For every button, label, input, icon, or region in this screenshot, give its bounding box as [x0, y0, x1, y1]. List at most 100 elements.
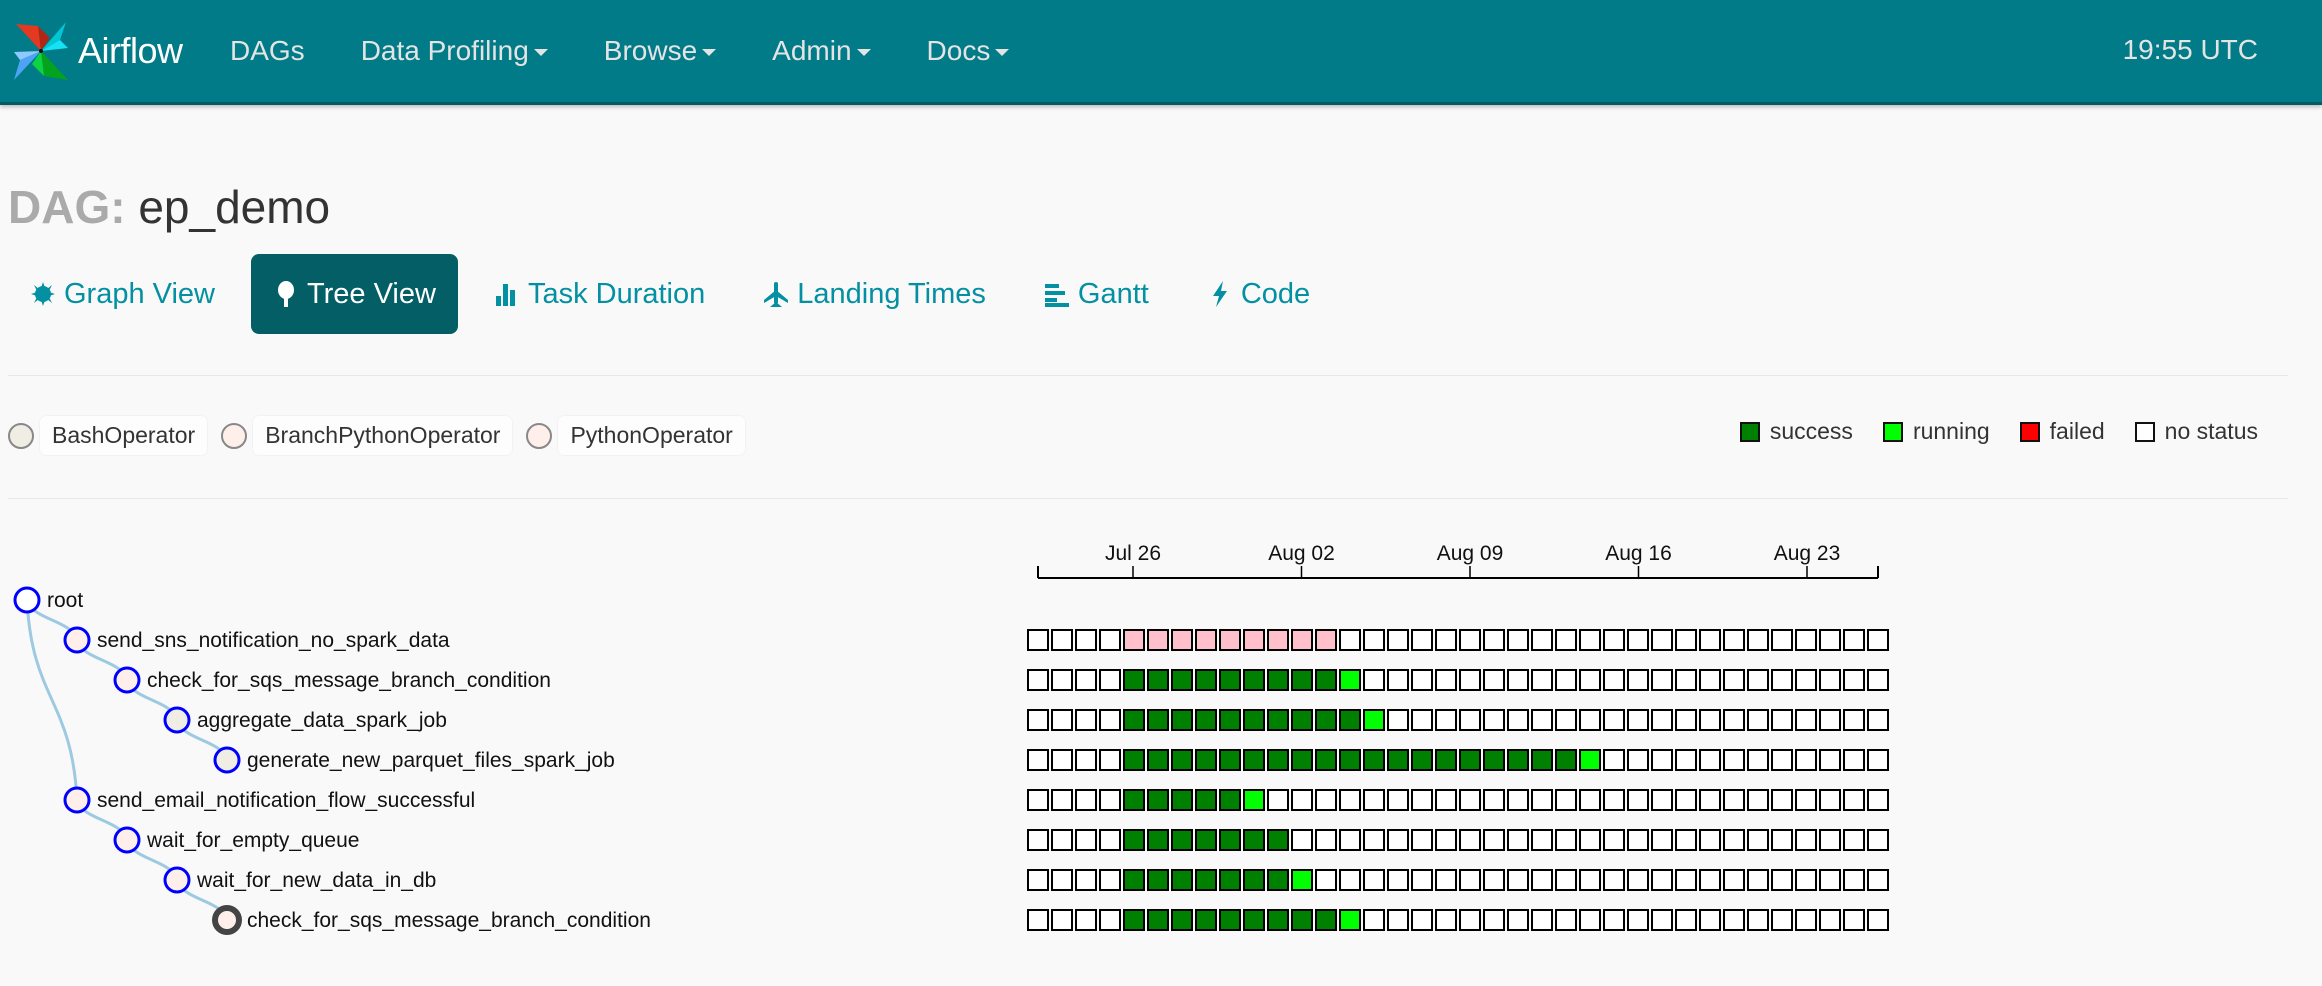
task-instance-square-none[interactable]	[1723, 629, 1745, 651]
task-instance-square-skipped[interactable]	[1195, 629, 1217, 651]
task-name-label[interactable]: wait_for_empty_queue	[146, 829, 359, 852]
task-instance-square-none[interactable]	[1675, 909, 1697, 931]
task-instance-square-success[interactable]	[1123, 869, 1145, 891]
task-instance-square-none[interactable]	[1627, 909, 1649, 931]
task-instance-square-none[interactable]	[1435, 829, 1457, 851]
task-instance-square-none[interactable]	[1699, 869, 1721, 891]
task-instance-square-none[interactable]	[1291, 789, 1313, 811]
task-instance-square-none[interactable]	[1531, 829, 1553, 851]
task-instance-square-none[interactable]	[1699, 909, 1721, 931]
task-instance-square-none[interactable]	[1411, 709, 1433, 731]
task-instance-square-none[interactable]	[1411, 869, 1433, 891]
task-instance-square-success[interactable]	[1219, 749, 1241, 771]
task-instance-square-none[interactable]	[1339, 829, 1361, 851]
task-instance-square-none[interactable]	[1411, 629, 1433, 651]
task-instance-square-none[interactable]	[1579, 709, 1601, 731]
task-instance-square-none[interactable]	[1435, 709, 1457, 731]
task-instance-square-none[interactable]	[1435, 789, 1457, 811]
task-instance-square-none[interactable]	[1651, 669, 1673, 691]
task-instance-square-success[interactable]	[1243, 709, 1265, 731]
task-node-circle[interactable]	[212, 905, 242, 935]
task-instance-square-success[interactable]	[1291, 749, 1313, 771]
task-instance-square-none[interactable]	[1027, 669, 1049, 691]
task-instance-square-none[interactable]	[1387, 829, 1409, 851]
task-instance-square-none[interactable]	[1483, 789, 1505, 811]
task-instance-square-none[interactable]	[1075, 629, 1097, 651]
task-instance-square-none[interactable]	[1579, 629, 1601, 651]
task-instance-square-none[interactable]	[1627, 749, 1649, 771]
task-instance-square-none[interactable]	[1387, 669, 1409, 691]
task-instance-square-none[interactable]	[1771, 789, 1793, 811]
task-node-circle[interactable]	[13, 586, 41, 614]
task-instance-square-running[interactable]	[1339, 669, 1361, 691]
task-instance-square-none[interactable]	[1603, 869, 1625, 891]
task-instance-square-none[interactable]	[1363, 789, 1385, 811]
task-instance-square-none[interactable]	[1795, 789, 1817, 811]
task-node-circle[interactable]	[213, 746, 241, 774]
task-instance-square-success[interactable]	[1195, 909, 1217, 931]
task-instance-square-success[interactable]	[1243, 669, 1265, 691]
task-instance-square-none[interactable]	[1555, 629, 1577, 651]
task-instance-square-none[interactable]	[1507, 909, 1529, 931]
task-instance-square-none[interactable]	[1387, 909, 1409, 931]
task-instance-square-none[interactable]	[1051, 709, 1073, 731]
task-instance-square-none[interactable]	[1771, 709, 1793, 731]
task-instance-square-none[interactable]	[1555, 909, 1577, 931]
task-instance-square-none[interactable]	[1675, 709, 1697, 731]
task-instance-square-none[interactable]	[1075, 709, 1097, 731]
task-instance-square-success[interactable]	[1411, 749, 1433, 771]
task-instance-square-none[interactable]	[1411, 669, 1433, 691]
task-instance-square-none[interactable]	[1315, 869, 1337, 891]
task-instance-square-success[interactable]	[1195, 709, 1217, 731]
task-instance-square-none[interactable]	[1603, 669, 1625, 691]
task-instance-square-none[interactable]	[1747, 749, 1769, 771]
task-instance-square-none[interactable]	[1867, 749, 1889, 771]
task-instance-square-none[interactable]	[1531, 869, 1553, 891]
task-instance-square-none[interactable]	[1531, 669, 1553, 691]
task-instance-square-none[interactable]	[1099, 869, 1121, 891]
nav-admin-dropdown[interactable]: Admin	[772, 35, 871, 67]
task-instance-square-success[interactable]	[1171, 829, 1193, 851]
task-instance-square-none[interactable]	[1483, 909, 1505, 931]
task-instance-square-none[interactable]	[1507, 629, 1529, 651]
airflow-brand-link[interactable]: Airflow	[10, 18, 183, 84]
task-instance-square-success[interactable]	[1291, 709, 1313, 731]
task-instance-square-none[interactable]	[1843, 869, 1865, 891]
task-instance-square-success[interactable]	[1267, 909, 1289, 931]
nav-docs-dropdown[interactable]: Docs	[927, 35, 1010, 67]
task-instance-square-none[interactable]	[1435, 629, 1457, 651]
task-instance-square-none[interactable]	[1867, 669, 1889, 691]
task-instance-square-none[interactable]	[1699, 629, 1721, 651]
task-instance-square-none[interactable]	[1819, 749, 1841, 771]
task-instance-square-none[interactable]	[1795, 749, 1817, 771]
task-instance-square-success[interactable]	[1171, 909, 1193, 931]
task-instance-square-none[interactable]	[1555, 709, 1577, 731]
task-instance-square-success[interactable]	[1243, 829, 1265, 851]
task-instance-square-success[interactable]	[1315, 749, 1337, 771]
task-instance-square-none[interactable]	[1819, 829, 1841, 851]
task-name-label[interactable]: root	[47, 589, 83, 612]
task-instance-square-none[interactable]	[1747, 789, 1769, 811]
task-instance-square-success[interactable]	[1219, 829, 1241, 851]
task-instance-square-success[interactable]	[1171, 669, 1193, 691]
task-instance-square-none[interactable]	[1099, 709, 1121, 731]
task-instance-square-none[interactable]	[1867, 829, 1889, 851]
task-instance-square-none[interactable]	[1435, 869, 1457, 891]
task-instance-square-none[interactable]	[1387, 869, 1409, 891]
task-instance-square-none[interactable]	[1075, 909, 1097, 931]
task-instance-square-none[interactable]	[1843, 709, 1865, 731]
task-instance-square-none[interactable]	[1795, 829, 1817, 851]
task-instance-square-success[interactable]	[1123, 789, 1145, 811]
task-instance-square-none[interactable]	[1027, 789, 1049, 811]
task-instance-square-none[interactable]	[1603, 829, 1625, 851]
task-instance-square-success[interactable]	[1195, 749, 1217, 771]
task-instance-square-success[interactable]	[1267, 869, 1289, 891]
task-instance-square-none[interactable]	[1027, 709, 1049, 731]
task-instance-square-success[interactable]	[1243, 869, 1265, 891]
task-instance-square-none[interactable]	[1603, 909, 1625, 931]
task-instance-square-none[interactable]	[1867, 789, 1889, 811]
task-instance-square-none[interactable]	[1723, 709, 1745, 731]
task-instance-square-none[interactable]	[1627, 789, 1649, 811]
task-instance-square-none[interactable]	[1699, 669, 1721, 691]
task-node-circle[interactable]	[63, 786, 91, 814]
